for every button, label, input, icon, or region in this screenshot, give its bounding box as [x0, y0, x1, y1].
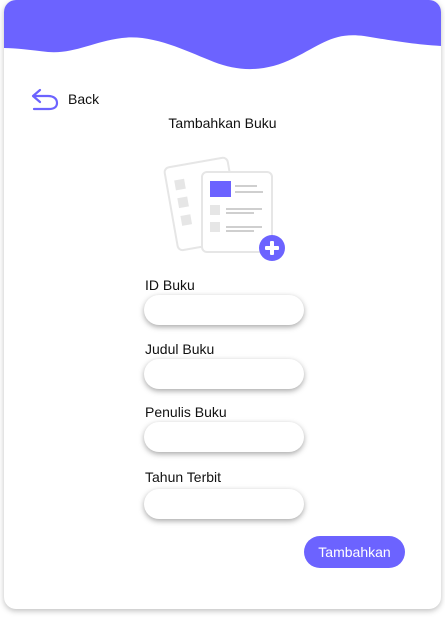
- app-card: Back Tambahkan Buku ID Buku Judul Buku P…: [4, 0, 441, 609]
- page-title: Tambahkan Buku: [168, 115, 277, 131]
- header-wave: [4, 0, 441, 70]
- back-label: Back: [68, 91, 100, 107]
- id-buku-input[interactable]: [144, 295, 304, 325]
- penulis-buku-input[interactable]: [144, 422, 304, 452]
- back-button[interactable]: Back: [30, 87, 99, 111]
- tahun-terbit-input[interactable]: [144, 489, 304, 519]
- back-arrow-icon: [31, 88, 59, 111]
- tahun-terbit-label: Tahun Terbit: [145, 469, 222, 485]
- tambahkan-button[interactable]: Tambahkan: [304, 536, 405, 568]
- header-wave-shape: [4, 0, 441, 70]
- penulis-buku-label: Penulis Buku: [145, 404, 227, 420]
- id-buku-label: ID Buku: [145, 277, 195, 293]
- add-document-icon: [163, 156, 285, 261]
- judul-buku-input[interactable]: [144, 359, 304, 389]
- judul-buku-label: Judul Buku: [145, 341, 215, 357]
